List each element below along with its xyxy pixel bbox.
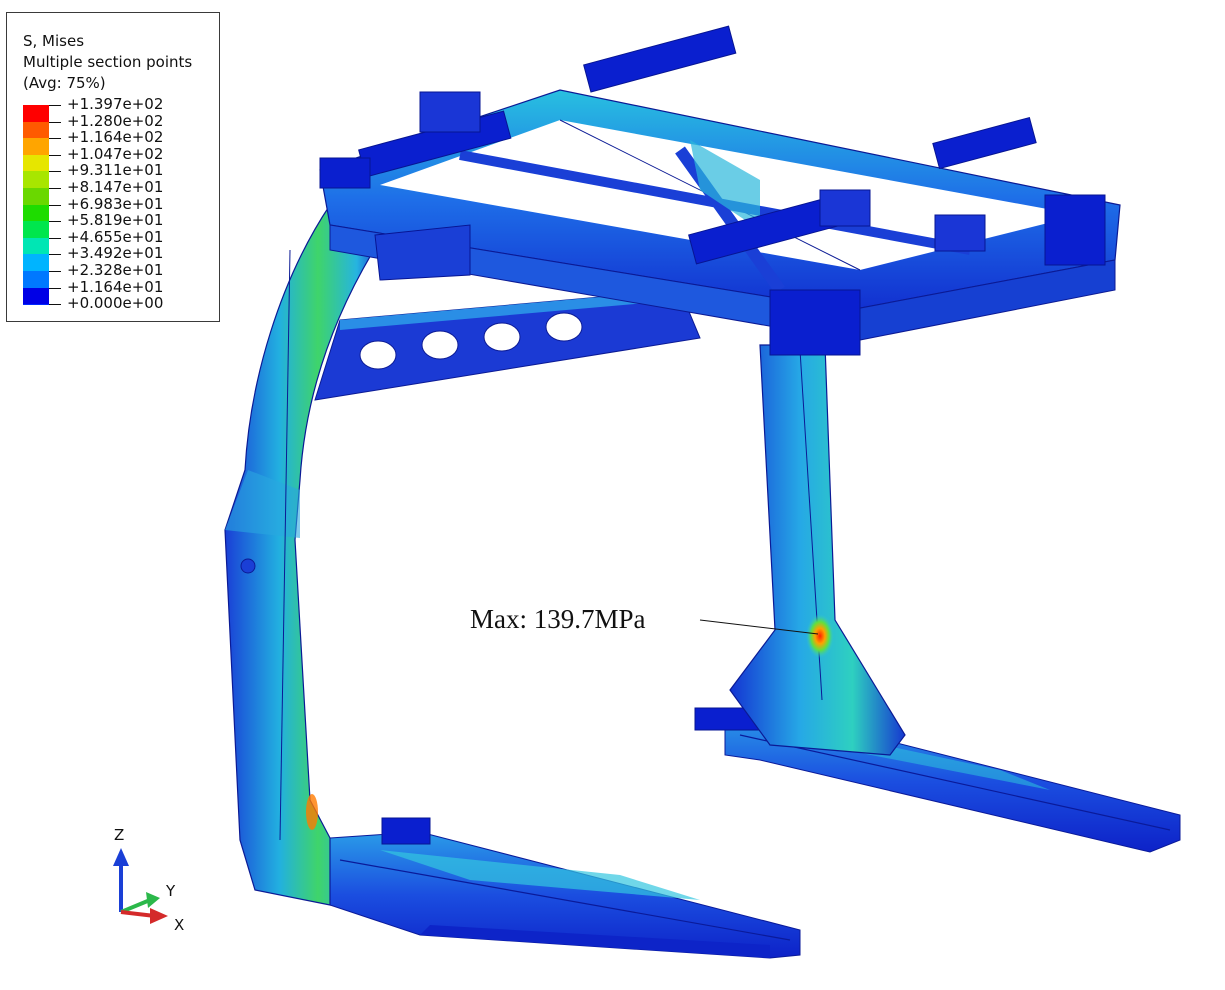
legend-swatch (23, 121, 49, 139)
legend-value-label: +1.047e+02 (67, 144, 164, 163)
legend-title-line-1: S, Mises (23, 32, 85, 50)
legend-swatch (23, 171, 49, 189)
right-upright (729, 344, 906, 756)
legend-tick (49, 188, 61, 189)
axis-x-label: X (174, 916, 185, 934)
legend-value-label: +4.655e+01 (67, 227, 164, 246)
left-upright (224, 204, 381, 906)
legend-swatch (23, 188, 49, 206)
max-stress-label: Max: 139.7MPa (470, 604, 646, 634)
stress-legend: S, Mises Multiple section points (Avg: 7… (6, 12, 220, 322)
legend-value-label: +5.819e+01 (67, 211, 164, 230)
legend-tick (49, 271, 61, 272)
legend-value-label: +1.164e+01 (67, 277, 164, 296)
legend-title-line-3: (Avg: 75%) (23, 74, 106, 92)
legend-tick (49, 304, 61, 306)
diagonal-brace (314, 289, 701, 401)
legend-value-label: +2.328e+01 (67, 261, 164, 279)
legend-value-label: +1.280e+02 (67, 111, 164, 130)
fea-stress-plot: S, Mises Multiple section points (Avg: 7… (0, 0, 1225, 990)
legend-tick (49, 154, 61, 156)
legend-tick (49, 171, 61, 173)
legend-value-label: +3.492e+01 (67, 244, 164, 263)
legend-swatch (23, 237, 49, 255)
legend-tick (49, 105, 61, 106)
legend-swatch (23, 154, 49, 172)
legend-value-label: +9.311e+01 (67, 161, 164, 180)
legend-tick (49, 287, 61, 289)
legend-tick (49, 254, 61, 256)
legend-tick (49, 221, 61, 223)
legend-swatch (23, 254, 49, 272)
legend-tick (49, 121, 61, 123)
legend-value-label: +0.000e+00 (67, 294, 164, 313)
legend-swatch (23, 221, 49, 239)
axis-triad (113, 848, 168, 924)
top-frame (319, 25, 1121, 356)
legend-value-label: +8.147e+01 (67, 178, 164, 196)
legend-swatch (23, 271, 49, 289)
legend-swatch (23, 105, 49, 123)
legend-swatch (23, 138, 49, 156)
legend-tick (49, 204, 61, 206)
axis-z-label: Z (114, 826, 125, 844)
legend-title-line-2: Multiple section points (23, 53, 193, 71)
left-fork (329, 817, 801, 959)
legend-tick (49, 138, 61, 140)
legend-value-label: +1.164e+02 (67, 128, 164, 147)
legend-value-label: +1.397e+02 (67, 95, 164, 113)
axis-y-label: Y (166, 882, 176, 900)
legend-swatch (23, 287, 49, 305)
legend-tick (49, 237, 61, 239)
legend-swatch (23, 204, 49, 222)
legend-value-label: +6.983e+01 (67, 194, 164, 213)
